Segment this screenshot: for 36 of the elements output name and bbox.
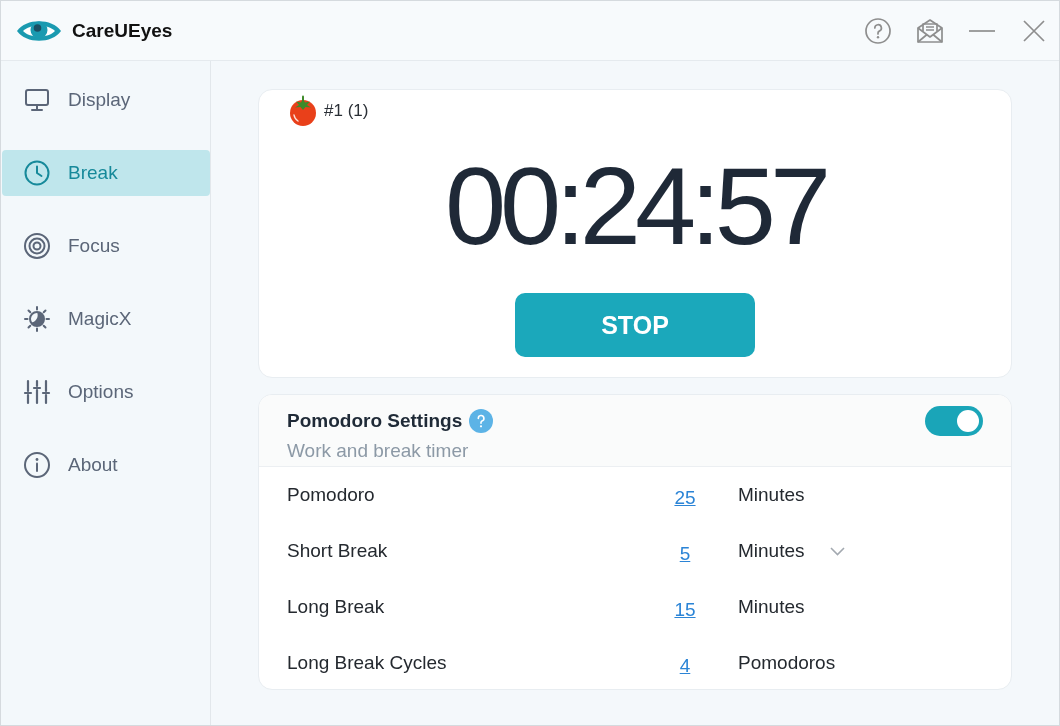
setting-label: Long Break [287,596,385,618]
sun-moon-icon [23,305,51,333]
sidebar-item[interactable]: MagicX [2,296,210,342]
settings-title: Pomodoro Settings [287,410,463,432]
unit-label: Minutes [738,596,805,618]
value-link[interactable]: 25 [674,487,696,509]
help-icon[interactable] [864,16,892,45]
sliders-icon [23,378,51,406]
session-counter: #1 (1) [324,101,369,121]
stop-button[interactable]: STOP [515,293,755,357]
setting-label: Short Break [287,540,388,562]
toggle-switch[interactable] [925,406,983,436]
sidebar-item[interactable]: Focus [2,223,210,269]
setting-label: Long Break Cycles [287,652,447,674]
clock-icon [23,159,51,187]
value-link[interactable]: 5 [679,543,691,565]
sidebar-item[interactable]: Display [2,77,210,123]
mail-icon[interactable] [916,16,944,45]
value-link[interactable]: 15 [674,599,696,621]
tomato-icon [287,95,319,127]
sidebar-item[interactable]: About [2,442,210,488]
value-link[interactable]: 4 [679,655,691,677]
info-icon [23,451,51,479]
sidebar-item[interactable]: Options [2,369,210,415]
countdown-timer: 00:24:57 [444,151,826,261]
sidebar-item[interactable]: Break [2,150,210,196]
unit-label: Minutes [738,484,805,506]
setting-label: Pomodoro [287,484,375,506]
help-icon[interactable] [469,409,494,433]
chevron-down-icon[interactable] [829,546,845,556]
monitor-icon [23,86,51,114]
target-icon [23,232,51,260]
unit-label: Pomodoros [738,652,836,674]
unit-label: Minutes [738,540,805,562]
app-title: CareUEyes [72,19,173,42]
settings-subtitle: Work and break timer [287,440,469,462]
